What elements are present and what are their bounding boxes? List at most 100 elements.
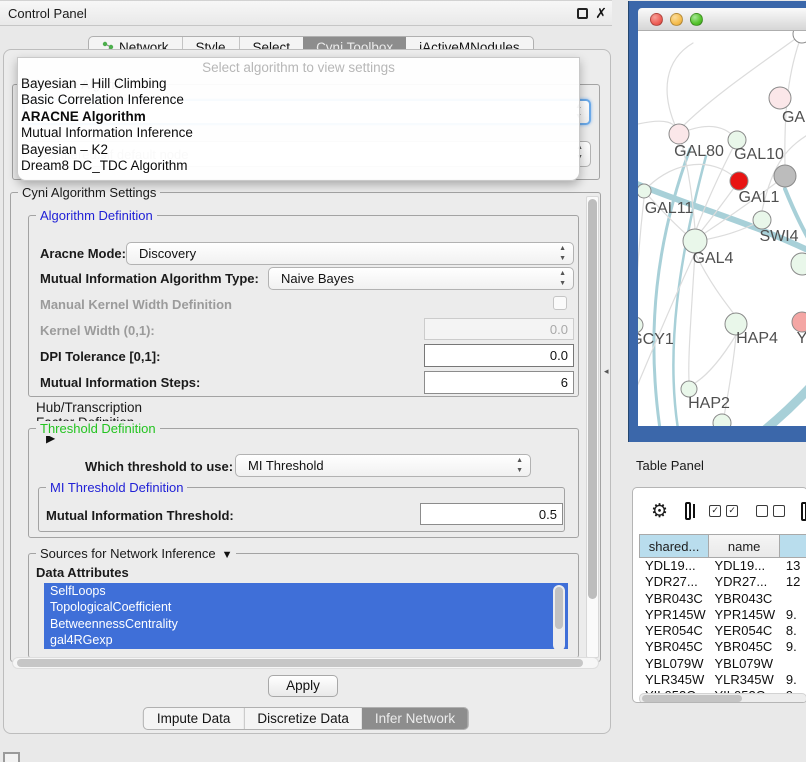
attribute-item[interactable]: SelfLoops — [44, 583, 568, 599]
network-node[interactable] — [638, 184, 651, 198]
table-horizontal-scrollbar[interactable] — [639, 693, 806, 703]
table-row[interactable]: YLR345WYLR345W9. — [639, 672, 806, 688]
checked-box-icon: ✓ — [726, 505, 738, 517]
table-row[interactable]: YER054CYER054C8. — [639, 623, 806, 639]
column-header[interactable]: name — [709, 535, 780, 557]
network-edge[interactable] — [638, 253, 695, 391]
network-edge[interactable] — [695, 335, 736, 383]
select-all-icon[interactable]: ✓✓ — [709, 505, 738, 517]
network-node-label: GAL10 — [734, 146, 784, 163]
table-cell: YDL19... — [639, 558, 709, 574]
attribute-item[interactable]: gal4RGexp — [44, 632, 568, 648]
settings-hscroll-thumb[interactable] — [17, 659, 583, 667]
dropdown-item[interactable]: Bayesian – K2 — [18, 142, 579, 158]
network-view-window[interactable]: GALGAL80GAL10GAL11GAL1SWI4GAL4GCY1HAP4YH… — [628, 1, 806, 442]
network-canvas[interactable]: GALGAL80GAL10GAL11GAL1SWI4GAL4GCY1HAP4YH… — [638, 31, 806, 426]
dropdown-item[interactable]: Basic Correlation Inference — [18, 92, 579, 108]
dpi-tolerance-field[interactable]: 0.0 — [424, 344, 574, 367]
combo-stepper-icon: ▲▼ — [516, 456, 523, 476]
mi-threshold-value: 0.5 — [539, 507, 557, 522]
unchecked-box-icon — [756, 505, 768, 517]
tab-impute-data[interactable]: Impute Data — [144, 708, 244, 729]
aracne-mode-combo[interactable]: Discovery ▲▼ — [126, 242, 574, 265]
attribute-item[interactable]: BetweennessCentrality — [44, 616, 568, 632]
tab-label: Impute Data — [157, 708, 231, 729]
attribute-item[interactable]: TopologicalCoefficient — [44, 599, 568, 615]
network-node-label: GAL4 — [693, 250, 734, 267]
zoom-traffic-light[interactable] — [690, 13, 703, 26]
settings-scrollbar[interactable] — [586, 196, 599, 658]
close-panel-icon[interactable]: ✗ — [595, 5, 607, 22]
table-cell: YLR345W — [709, 672, 780, 688]
tab-label: Discretize Data — [257, 708, 349, 729]
tab-infer-network[interactable]: Infer Network — [362, 708, 468, 729]
network-node[interactable] — [774, 165, 796, 187]
table-body: YDL19...YDL19...13YDR27...YDR27...12YBR0… — [639, 558, 806, 694]
dropdown-item[interactable]: ARACNE Algorithm — [18, 109, 579, 125]
attributes-scrollbar[interactable] — [553, 585, 565, 651]
column-layout-icon[interactable] — [685, 502, 691, 520]
deselect-all-icon[interactable] — [756, 505, 785, 517]
table-hscroll-thumb[interactable] — [642, 695, 742, 702]
table-panel-title: Table Panel — [636, 458, 704, 473]
dropdown-item[interactable]: Mutual Information Inference — [18, 125, 579, 141]
network-node[interactable] — [793, 31, 806, 43]
which-threshold-label: Which threshold to use: — [85, 459, 233, 474]
table-row[interactable]: YBR043CYBR043C — [639, 591, 806, 607]
table-cell: YBL079W — [709, 656, 780, 672]
control-panel-titlebar: Control Panel ✗ — [0, 0, 612, 26]
sources-group-title[interactable]: Sources for Network Inference▼ — [36, 546, 236, 561]
which-threshold-value: MI Threshold — [248, 458, 324, 473]
network-node[interactable] — [669, 124, 689, 144]
close-traffic-light[interactable] — [650, 13, 663, 26]
table-cell: YPR145W — [709, 607, 780, 623]
table-row[interactable]: YDR27...YDR27...12 — [639, 574, 806, 590]
tab-label: Infer Network — [375, 708, 455, 729]
gear-icon[interactable]: ⚙ — [651, 500, 668, 523]
float-panel-icon[interactable] — [577, 8, 588, 19]
network-node[interactable] — [713, 414, 731, 426]
table-row[interactable]: YDL19...YDL19...13 — [639, 558, 806, 574]
mi-steps-field[interactable]: 6 — [424, 371, 574, 394]
attributes-scroll-thumb[interactable] — [555, 587, 563, 629]
dropdown-item[interactable]: Dream8 DC_TDC Algorithm — [18, 158, 579, 174]
table-row[interactable]: YPR145WYPR145W9. — [639, 607, 806, 623]
dropdown-item[interactable]: Bayesian – Hill Climbing — [18, 76, 579, 92]
network-window-titlebar[interactable] — [638, 8, 806, 31]
unchecked-box-icon — [773, 505, 785, 517]
network-node[interactable] — [730, 172, 748, 190]
tab-discretize-data[interactable]: Discretize Data — [243, 708, 362, 729]
network-node[interactable] — [769, 87, 791, 109]
column-header[interactable] — [780, 535, 806, 557]
split-pane-collapse-icon[interactable]: ◂ — [604, 366, 609, 377]
function-builder-icon[interactable] — [801, 502, 806, 521]
network-graph: GALGAL80GAL10GAL11GAL1SWI4GAL4GCY1HAP4YH… — [638, 31, 806, 426]
network-node-label: GAL — [782, 109, 806, 126]
settings-scroll-thumb[interactable] — [588, 199, 597, 599]
table-row[interactable]: YBR045CYBR045C9. — [639, 639, 806, 655]
minimized-panel-icon[interactable] — [3, 752, 20, 762]
dpi-tolerance-value: 0.0 — [550, 348, 568, 363]
network-node-label: SWI4 — [759, 228, 798, 245]
network-node[interactable] — [753, 211, 771, 229]
network-node[interactable] — [791, 253, 806, 275]
manual-kernel-checkbox[interactable] — [553, 296, 567, 310]
network-edge[interactable] — [644, 164, 739, 191]
apply-button[interactable]: Apply — [268, 675, 338, 697]
network-edge[interactable] — [638, 198, 644, 317]
network-edge[interactable] — [689, 253, 695, 381]
minimize-traffic-light[interactable] — [670, 13, 683, 26]
kernel-width-label: Kernel Width (0,1): — [40, 323, 155, 338]
network-node-label: Y — [797, 330, 806, 347]
which-threshold-combo[interactable]: MI Threshold ▲▼ — [235, 454, 531, 477]
kernel-width-field[interactable]: 0.0 — [424, 318, 574, 340]
network-node[interactable] — [792, 312, 806, 332]
table-row[interactable]: YBL079WYBL079W — [639, 656, 806, 672]
network-edge[interactable] — [766, 383, 806, 426]
table-cell: YBR043C — [709, 591, 780, 607]
mi-type-combo[interactable]: Naive Bayes ▲▼ — [268, 267, 574, 290]
settings-horizontal-scrollbar[interactable] — [12, 657, 599, 669]
column-header[interactable]: shared... — [640, 535, 709, 557]
threshold-definition-title: Threshold Definition — [36, 421, 160, 436]
mi-threshold-field[interactable]: 0.5 — [420, 503, 563, 525]
